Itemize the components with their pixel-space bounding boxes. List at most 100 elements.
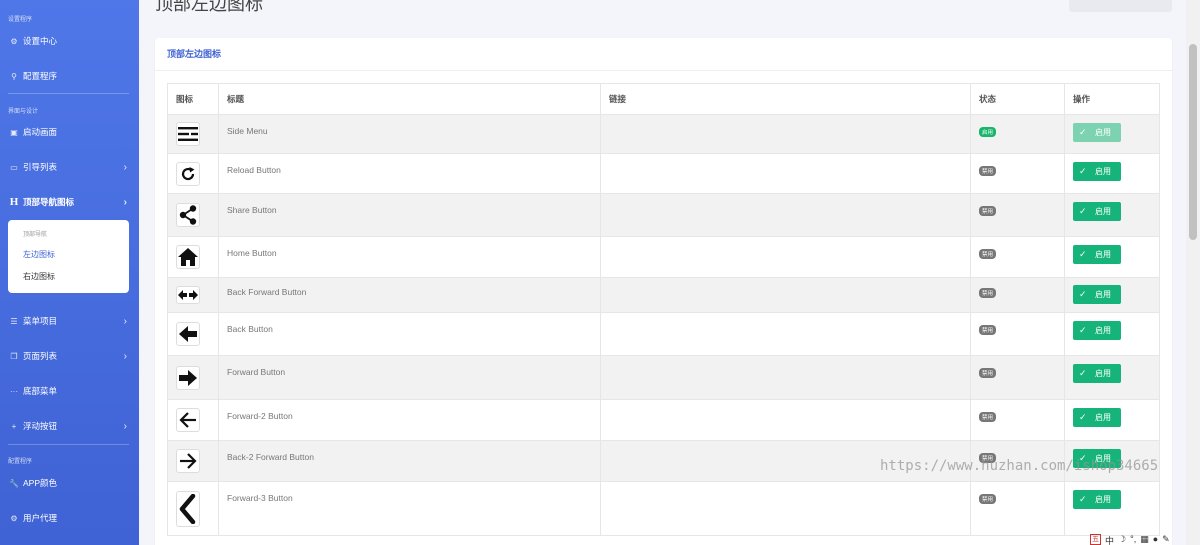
enable-button[interactable]: ✓ 启用	[1073, 408, 1121, 427]
row-title: Forward Button	[218, 355, 601, 400]
sidebar: 设置程序 ⚙ 设置中心 ⚲ 配置程序 界面与设计 ▣ 启动画面 ▭ 引导列表 › H 顶部…	[0, 0, 139, 545]
enable-button-label: 启用	[1095, 369, 1111, 378]
sidebar-divider	[8, 444, 129, 445]
sidebar-item-page-list[interactable]: ❐ 页面列表 ›	[0, 346, 139, 366]
table-header-row: 图标 标题 链接 状态 操作	[167, 83, 1160, 115]
status-badge: 启用	[979, 127, 997, 137]
row-link	[600, 399, 971, 441]
table-row: Share Button 禁用 ✓ 启用	[167, 193, 1160, 237]
tray-language[interactable]: 中	[1105, 534, 1114, 545]
enable-button[interactable]: ✓ 启用	[1073, 321, 1121, 340]
scrollbar-thumb[interactable]	[1189, 44, 1197, 240]
heading-icon: H	[9, 196, 19, 208]
back-forward-icon	[176, 286, 200, 304]
check-icon: ✓	[1079, 412, 1087, 422]
row-link	[600, 277, 971, 313]
page-title: 顶部左边图标	[155, 0, 263, 14]
status-badge: 禁用	[979, 325, 997, 335]
sidebar-item-label: 菜单项目	[23, 316, 58, 326]
sidebar-item-float-button[interactable]: + 浮动按钮 ›	[0, 416, 139, 436]
user-icon[interactable]: ●	[1153, 534, 1158, 545]
home-icon	[176, 245, 200, 269]
sidebar-item-guide-list[interactable]: ▭ 引导列表 ›	[0, 157, 139, 177]
sidebar-section-label: 界面与设计	[8, 109, 39, 115]
row-link	[600, 153, 971, 194]
sidebar-item-settings-center[interactable]: ⚙ 设置中心	[0, 31, 139, 51]
chevron-right-icon: ›	[123, 315, 127, 327]
row-link	[600, 312, 971, 356]
plug-icon: ⚲	[11, 71, 17, 81]
sidebar-submenu: 顶部导航 左边图标 右边图标	[8, 220, 129, 293]
check-icon: ✓	[1079, 325, 1087, 335]
row-link	[600, 236, 971, 278]
row-title: Share Button	[218, 193, 601, 237]
check-icon: ✓	[1079, 494, 1087, 504]
check-icon: ✓	[1079, 249, 1087, 259]
sidebar-item-label: 页面列表	[23, 351, 58, 361]
images-icon: ▣	[10, 127, 18, 137]
card-divider	[155, 70, 1172, 71]
sidebar-item-user-agent[interactable]: ⚙ 用户代理	[0, 508, 139, 528]
wrench-icon: 🔧	[9, 478, 19, 488]
enable-button[interactable]: ✓ 启用	[1073, 245, 1121, 264]
row-title: Reload Button	[218, 153, 601, 194]
enable-button[interactable]: ✓ 启用	[1073, 285, 1121, 304]
gears-icon: ⚙	[10, 513, 18, 523]
keyboard-icon[interactable]: ▦	[1140, 534, 1149, 545]
sidebar-item-menu-items[interactable]: ☰ 菜单项目 ›	[0, 311, 139, 331]
arrow-right-thin-icon	[176, 449, 200, 473]
row-title: Home Button	[218, 236, 601, 278]
status-badge: 禁用	[979, 249, 997, 259]
sidebar-item-config-program[interactable]: ⚲ 配置程序	[0, 66, 139, 86]
sidebar-item-app-color[interactable]: 🔧 APP颜色	[0, 473, 139, 493]
row-title: Back-2 Forward Button	[218, 440, 601, 482]
enable-button-label: 启用	[1095, 290, 1111, 299]
enable-button[interactable]: ✓ 启用	[1073, 364, 1121, 383]
chevron-right-icon: ›	[123, 161, 127, 173]
chevron-left-icon	[176, 490, 200, 527]
status-badge: 禁用	[979, 494, 997, 504]
sidebar-item-splash[interactable]: ▣ 启动画面	[0, 122, 139, 142]
wrench-icon[interactable]: ✎	[1162, 534, 1170, 545]
sidebar-item-label: 启动画面	[23, 127, 58, 137]
enable-button-label: 启用	[1095, 326, 1111, 335]
row-title: Forward-2 Button	[218, 399, 601, 441]
copy-icon: ❐	[10, 351, 18, 361]
sidebar-item-label: 引导列表	[23, 162, 58, 172]
watermark-text: https://www.huzhan.com/ishop34665	[880, 458, 1159, 474]
share-icon	[176, 203, 200, 227]
enable-button[interactable]: ✓ 启用	[1073, 490, 1121, 509]
table-row: Home Button 禁用 ✓ 启用	[167, 236, 1160, 278]
enable-button[interactable]: ✓ 启用	[1073, 202, 1121, 221]
sidebar-item-bottom-menu[interactable]: ··· 底部菜单	[0, 381, 139, 401]
sidebar-item-label: 用户代理	[23, 513, 58, 523]
sidebar-item-top-nav[interactable]: H 顶部导航图标 ›	[0, 192, 139, 212]
sidebar-item-label: 顶部导航图标	[23, 197, 75, 207]
row-title: Side Menu	[218, 114, 601, 154]
header-widget	[1069, 0, 1172, 12]
row-title: Forward-3 Button	[218, 481, 601, 536]
row-link	[600, 355, 971, 400]
enable-button-label: 启用	[1095, 167, 1111, 176]
column-header-link: 链接	[600, 83, 971, 115]
vertical-scrollbar[interactable]	[1186, 0, 1200, 545]
sidebar-item-label: APP颜色	[23, 478, 58, 488]
enable-button[interactable]: ✓ 启用	[1073, 162, 1121, 181]
ime-icon[interactable]: 五	[1090, 534, 1101, 545]
table-row: Forward-3 Button 禁用 ✓ 启用	[167, 481, 1160, 536]
status-badge: 禁用	[979, 368, 997, 378]
column-header-title: 标题	[218, 83, 601, 115]
check-icon: ✓	[1079, 289, 1087, 299]
submenu-item-right-icons[interactable]: 右边图标	[23, 271, 55, 282]
reload-icon	[176, 161, 200, 186]
moon-icon[interactable]: ☽	[1118, 534, 1126, 545]
plus-icon: +	[11, 421, 17, 431]
punctuation-icon[interactable]: °,	[1130, 534, 1136, 545]
column-header-status: 状态	[970, 83, 1065, 115]
submenu-item-left-icons[interactable]: 左边图标	[23, 249, 55, 260]
enable-button[interactable]: ✓ 启用	[1073, 123, 1121, 142]
list-icon: ☰	[10, 316, 18, 326]
slides-icon: ▭	[10, 162, 18, 172]
sidebar-item-label: 浮动按钮	[23, 421, 58, 431]
check-icon: ✓	[1079, 206, 1087, 216]
